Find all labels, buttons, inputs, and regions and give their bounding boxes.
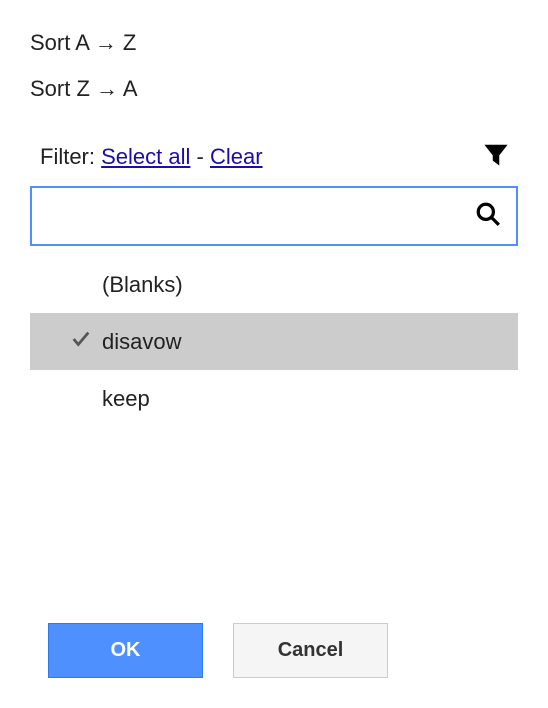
sort-asc-option[interactable]: Sort A → Z — [30, 20, 518, 66]
cancel-button[interactable]: Cancel — [233, 623, 388, 678]
filter-label: Filter: — [40, 144, 95, 169]
filter-separator: - — [197, 144, 204, 169]
check-icon — [70, 328, 102, 356]
filter-item-disavow[interactable]: disavow — [30, 313, 518, 370]
filter-item-keep[interactable]: keep — [30, 370, 518, 427]
ok-button[interactable]: OK — [48, 623, 203, 678]
clear-link[interactable]: Clear — [210, 144, 263, 169]
filter-item-blanks[interactable]: (Blanks) — [30, 256, 518, 313]
funnel-icon[interactable] — [484, 142, 508, 171]
search-box[interactable] — [30, 186, 518, 246]
filter-item-label: keep — [102, 386, 150, 412]
search-input[interactable] — [47, 205, 475, 228]
sort-desc-option[interactable]: Sort Z → A — [30, 66, 518, 112]
search-icon[interactable] — [475, 201, 501, 232]
filter-item-label: disavow — [102, 329, 181, 355]
select-all-link[interactable]: Select all — [101, 144, 190, 169]
filter-list: (Blanks) disavow keep — [30, 256, 518, 427]
filter-item-label: (Blanks) — [102, 272, 183, 298]
